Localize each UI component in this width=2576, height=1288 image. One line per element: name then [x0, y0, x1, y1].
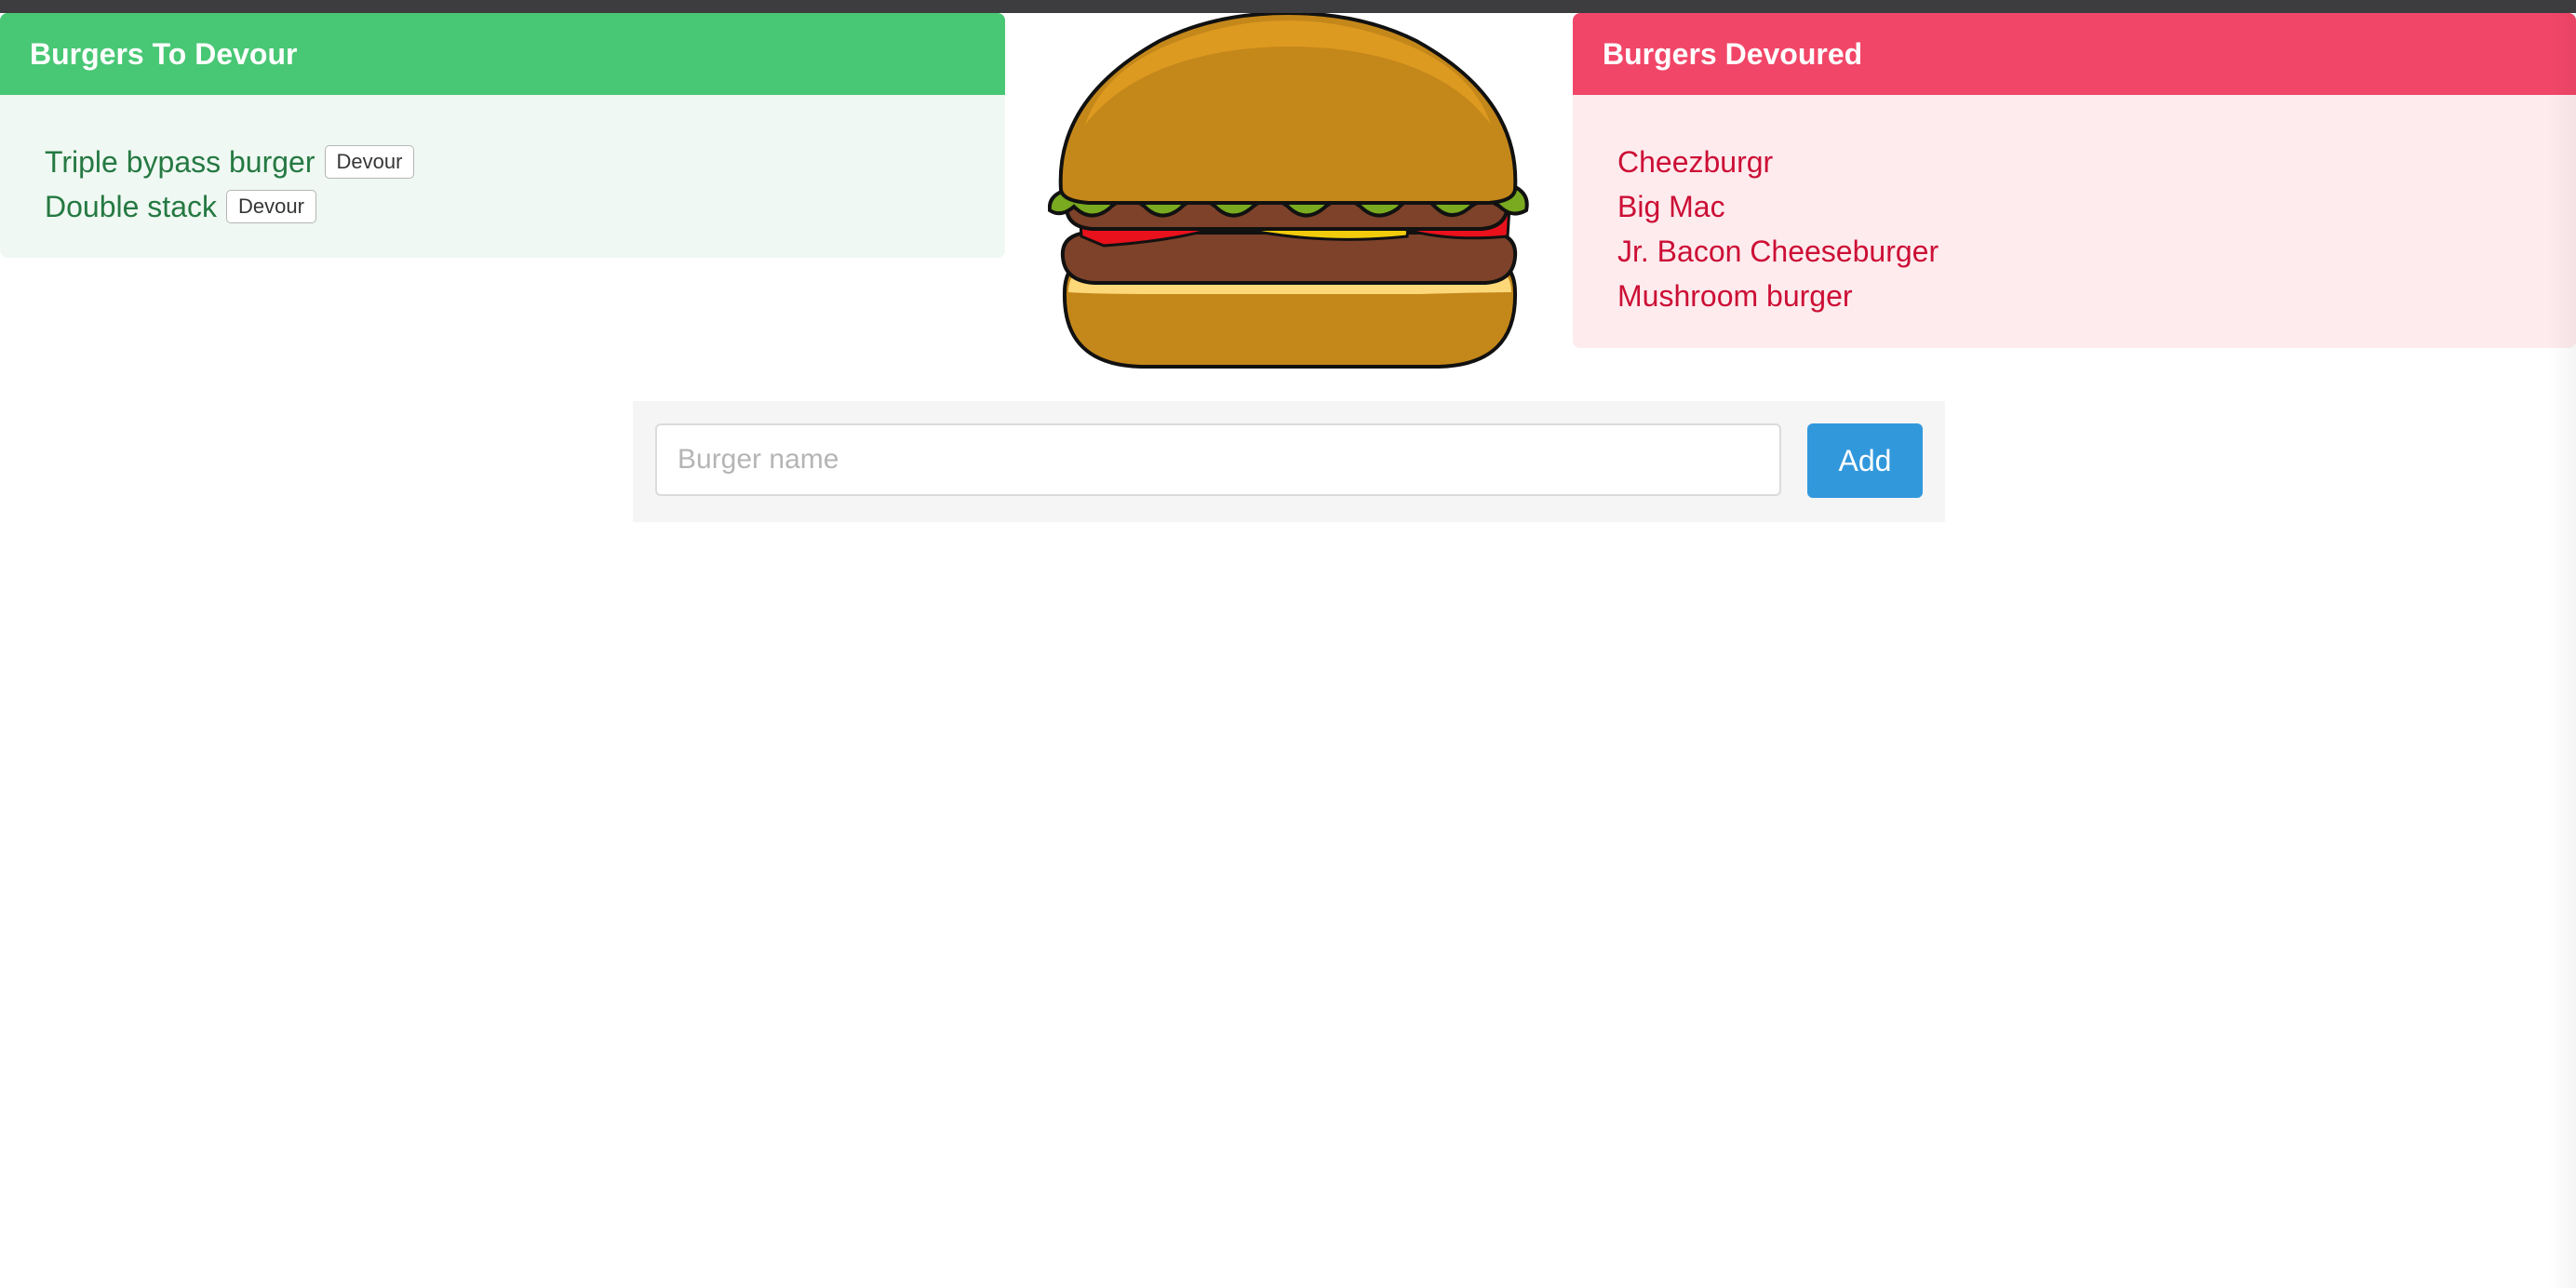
- burger-name-input[interactable]: [655, 423, 1781, 496]
- burger-name: Double stack: [45, 189, 217, 223]
- list-item: Big Mac: [1617, 189, 1725, 223]
- to-devour-list: Triple bypass burger Devour Double stack…: [0, 95, 1005, 229]
- devour-button[interactable]: Devour: [225, 190, 316, 223]
- list-item: Triple bypass burger Devour: [45, 140, 1005, 184]
- devour-button[interactable]: Devour: [324, 145, 415, 179]
- list-item: Jr. Bacon Cheeseburger: [1617, 234, 1939, 268]
- list-item: Cheezburgr: [1617, 144, 1774, 179]
- add-button[interactable]: Add: [1807, 423, 1923, 498]
- list-item: Double stack Devour: [45, 184, 1005, 229]
- devoured-list: Cheezburgr Big Mac Jr. Bacon Cheeseburge…: [1573, 95, 2576, 318]
- list-item: Mushroom burger: [1617, 278, 1853, 313]
- to-devour-header: Burgers To Devour: [0, 13, 1005, 95]
- burger-name: Triple bypass burger: [45, 144, 315, 179]
- add-burger-form: Add: [633, 401, 1945, 522]
- browser-top-bar: [0, 0, 2576, 13]
- burger-icon: [1048, 13, 1529, 369]
- devoured-panel: Burgers Devoured Cheezburgr Big Mac Jr. …: [1573, 13, 2576, 348]
- to-devour-panel: Burgers To Devour Triple bypass burger D…: [0, 13, 1005, 258]
- devoured-header: Burgers Devoured: [1573, 13, 2576, 95]
